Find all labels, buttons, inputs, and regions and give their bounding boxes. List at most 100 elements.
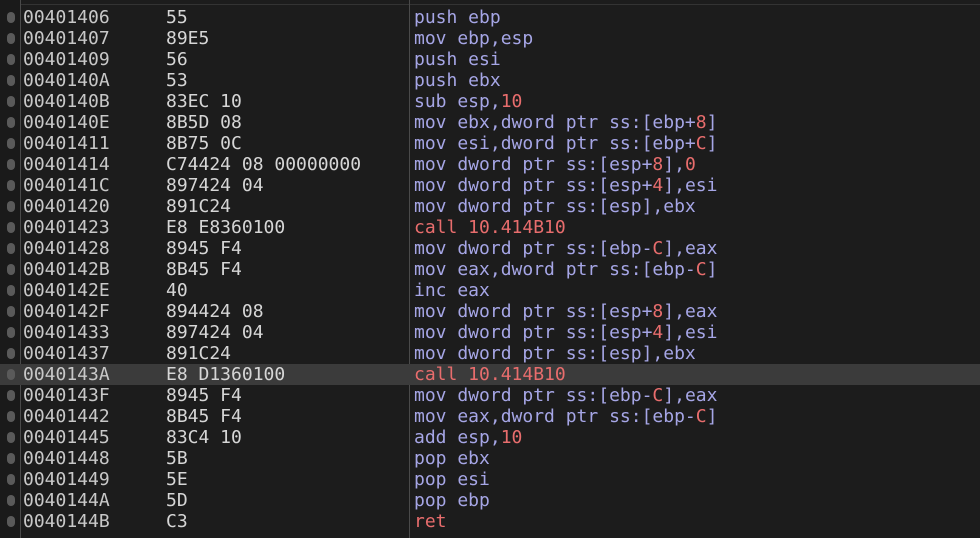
instruction-token: ], [663,154,685,175]
bytes-cell: 8B5D 08 [166,112,242,133]
instruction-row[interactable]: 00401423 E8 E8360100 call 10.414B10 [0,217,980,238]
breakpoint-dot-icon[interactable] [7,54,15,65]
instruction-token: ] [706,259,718,280]
breakpoint-dot-icon[interactable] [7,33,15,44]
bytes-cell: 40 [166,280,188,301]
instruction-token: ] [706,406,718,427]
instruction-cell: mov esi,dword ptr ss:[ebp+C] [414,133,717,154]
breakpoint-dot-icon[interactable] [7,222,15,233]
breakpoint-dot-icon[interactable] [7,516,15,527]
instruction-row[interactable]: 00401428 8945 F4 mov dword ptr ss:[ebp-C],… [0,238,980,259]
instruction-token: mov eax,dword ptr ss:[ebp- [414,259,696,280]
instruction-row[interactable]: 0040140B 83EC 10 sub esp,10 [0,91,980,112]
bytes-cell: 5E [166,469,188,490]
breakpoint-dot-icon[interactable] [7,243,15,254]
breakpoint-dot-icon[interactable] [7,12,15,23]
breakpoint-dot-icon[interactable] [7,453,15,464]
instruction-token: 4 [652,175,664,196]
instruction-row[interactable]: 0040140A 53 push ebx [0,70,980,91]
breakpoint-dot-icon[interactable] [7,138,15,149]
breakpoint-dot-icon[interactable] [7,432,15,443]
instruction-row[interactable]: 00401437 891C24 mov dword ptr ss:[esp],ebx [0,343,980,364]
instruction-row[interactable]: 00401409 56 push esi [0,49,980,70]
breakpoint-dot-icon[interactable] [7,390,15,401]
address-cell: 00401423 [23,217,110,238]
address-cell: 00401420 [23,196,110,217]
breakpoint-dot-icon[interactable] [7,369,15,380]
disassembly-view[interactable]: 00401406 55 push ebp 00401407 89E5 mov ebp,es… [0,0,980,538]
address-cell: 00401448 [23,448,110,469]
bytes-cell: 897424 04 [166,322,264,343]
instruction-token: 0 [684,154,696,175]
instruction-row[interactable]: 00401420 891C24 mov dword ptr ss:[esp],ebx [0,196,980,217]
instruction-row[interactable]: 00401414 C74424 08 00000000 mov dword ptr … [0,154,980,175]
breakpoint-dot-icon[interactable] [7,495,15,506]
instruction-token: ],eax [663,238,718,259]
breakpoint-dot-icon[interactable] [7,117,15,128]
instruction-row[interactable]: 00401445 83C4 10 add esp,10 [0,427,980,448]
instruction-row[interactable]: 0040144B C3 ret [0,511,980,532]
breakpoint-dot-icon[interactable] [7,264,15,275]
instruction-cell: push ebx [414,70,501,91]
instruction-row[interactable]: 0040142F 894424 08 mov dword ptr ss:[esp+8… [0,301,980,322]
instruction-row[interactable]: 00401449 5E pop esi [0,469,980,490]
bytes-cell: 55 [166,7,188,28]
bytes-cell: 891C24 [166,343,232,364]
address-cell: 0040142B [23,259,110,280]
instruction-cell: mov ebp,esp [414,28,533,49]
instruction-cell: mov dword ptr ss:[esp+8],eax [414,301,717,322]
instruction-row[interactable]: 00401406 55 push ebp [0,7,980,28]
bytes-cell: C3 [166,511,188,532]
instruction-token: ret [414,511,447,532]
instruction-cell: add esp,10 [414,427,522,448]
address-cell: 0040140A [23,70,110,91]
breakpoint-dot-icon[interactable] [7,411,15,422]
breakpoint-dot-icon[interactable] [7,327,15,338]
bytes-cell: 83EC 10 [166,91,242,112]
instruction-row[interactable]: 0040141C 897424 04 mov dword ptr ss:[esp+4… [0,175,980,196]
instruction-cell: mov dword ptr ss:[esp],ebx [414,196,696,217]
instruction-token: C [695,406,707,427]
address-cell: 0040143F [23,385,110,406]
instruction-cell: pop ebp [414,490,490,511]
instruction-token: mov esi,dword ptr ss:[ebp+ [414,133,696,154]
instruction-row[interactable]: 0040144A 5D pop ebp [0,490,980,511]
breakpoint-dot-icon[interactable] [7,474,15,485]
instruction-token: mov dword ptr ss:[ebp- [414,238,653,259]
instruction-row[interactable]: 00401442 8B45 F4 mov eax,dword ptr ss:[ebp… [0,406,980,427]
instruction-row[interactable]: 0040142B 8B45 F4 mov eax,dword ptr ss:[ebp… [0,259,980,280]
address-cell: 00401449 [23,469,110,490]
instruction-cell: mov dword ptr ss:[ebp-C],eax [414,385,717,406]
instruction-row[interactable]: 0040140E 8B5D 08 mov ebx,dword ptr ss:[ebp… [0,112,980,133]
breakpoint-dot-icon[interactable] [7,201,15,212]
bytes-cell: C74424 08 00000000 [166,154,362,175]
instruction-cell: mov dword ptr ss:[ebp-C],eax [414,238,717,259]
instruction-row[interactable]: 00401433 897424 04 mov dword ptr ss:[esp+4… [0,322,980,343]
breakpoint-dot-icon[interactable] [7,285,15,296]
breakpoint-dot-icon[interactable] [7,159,15,170]
instruction-token: pop ebx [414,448,490,469]
instruction-token: mov eax,dword ptr ss:[ebp- [414,406,696,427]
bytes-cell: 83C4 10 [166,427,242,448]
instruction-row[interactable]: 0040143F 8945 F4 mov dword ptr ss:[ebp-C],… [0,385,980,406]
breakpoint-dot-icon[interactable] [7,348,15,359]
instruction-token: inc eax [414,280,490,301]
instruction-cell: pop ebx [414,448,490,469]
breakpoint-dot-icon[interactable] [7,306,15,317]
instruction-token: C [695,133,707,154]
instruction-row[interactable]: 00401407 89E5 mov ebp,esp [0,28,980,49]
instruction-cell: mov eax,dword ptr ss:[ebp-C] [414,259,717,280]
instruction-row[interactable]: 00401411 8B75 0C mov esi,dword ptr ss:[ebp… [0,133,980,154]
instruction-row[interactable]: 00401448 5B pop ebx [0,448,980,469]
breakpoint-dot-icon[interactable] [7,96,15,107]
breakpoint-dot-icon[interactable] [7,180,15,191]
instruction-cell: call 10.414B10 [414,364,566,385]
selected-instruction-row[interactable]: 0040143A E8 D1360100 call 10.414B10 [0,364,980,385]
instruction-cell: mov dword ptr ss:[esp+4],esi [414,322,717,343]
instruction-token: C [652,385,664,406]
instruction-cell: ret [414,511,447,532]
instruction-token: push esi [414,49,501,70]
breakpoint-dot-icon[interactable] [7,75,15,86]
instruction-row[interactable]: 0040142E 40 inc eax [0,280,980,301]
address-cell: 00401414 [23,154,110,175]
